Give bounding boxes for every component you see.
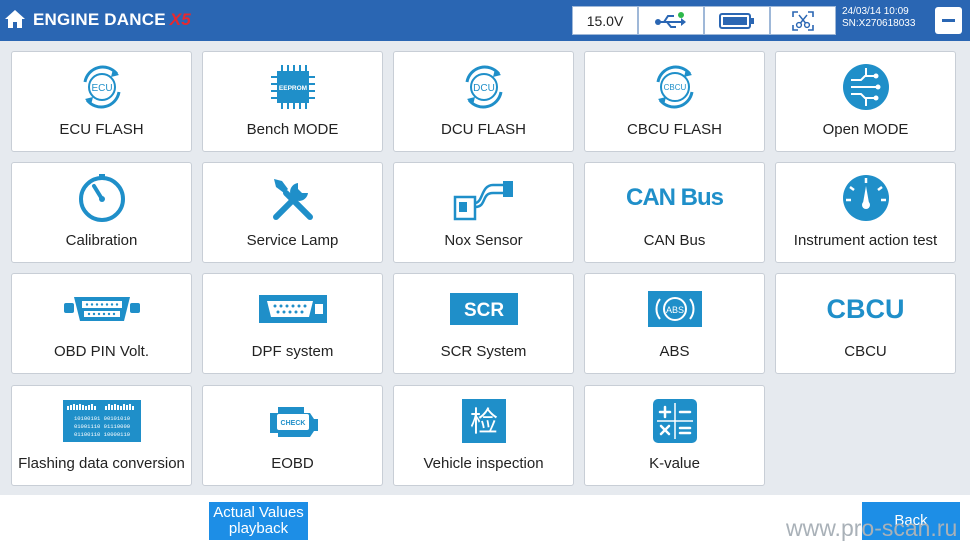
tile-label: ECU FLASH: [59, 121, 144, 138]
minimize-button[interactable]: [935, 7, 962, 34]
can-bus-icon: CAN Bus: [625, 184, 724, 211]
battery-status: [704, 6, 770, 35]
tile-flashing-data-conversion[interactable]: 10100101 00101010 01001110 01110000 0110…: [11, 385, 192, 486]
check-engine-icon: CHECK: [269, 407, 318, 437]
tile-abs[interactable]: ABS ABS: [584, 273, 765, 374]
tile-label: ABS: [659, 343, 690, 360]
svg-text:ABS: ABS: [665, 305, 683, 315]
dpf-connector-icon: [258, 295, 327, 323]
abs-icon: ABS: [647, 291, 702, 327]
screenshot-button[interactable]: [770, 6, 836, 35]
gauge-icon: [78, 174, 125, 222]
top-bar: ENGINE DANCE X5 15.0V 24/03/14 10:09 SN:X…: [0, 0, 970, 41]
svg-text:01001110 01110000: 01001110 01110000: [73, 423, 129, 430]
scr-icon: SCR: [449, 293, 518, 325]
tile-cbcu-flash[interactable]: CBCU CBCU FLASH: [584, 51, 765, 152]
tile-label: Service Lamp: [246, 232, 339, 249]
tile-open-mode[interactable]: Open MODE: [775, 51, 956, 152]
tile-label: CBCU FLASH: [626, 121, 723, 138]
tile-label: Bench MODE: [246, 121, 339, 138]
home-icon[interactable]: [3, 7, 27, 31]
serial-number: SN:X270618033: [842, 18, 916, 29]
tile-label: Calibration: [65, 232, 138, 249]
watermark: www.pro-scan.ru: [786, 515, 958, 541]
actual-values-playback-button[interactable]: Actual Values playback: [209, 502, 308, 540]
tile-label: Flashing data conversion: [18, 455, 185, 472]
device-info: 24/03/14 10:09 SN:X270618033: [842, 6, 915, 30]
circuit-icon: [842, 64, 889, 110]
inspection-icon: 检: [461, 399, 506, 443]
tile-instrument-action-test[interactable]: Instrument action test: [775, 162, 956, 263]
app-title: ENGINE DANCE X5: [33, 10, 191, 29]
tile-dpf-system[interactable]: DPF system: [202, 273, 383, 374]
tile-k-value[interactable]: K-value: [584, 385, 765, 486]
tile-label: SCR System: [440, 343, 527, 360]
ecu-flash-icon: ECU: [83, 65, 120, 109]
tools-icon: [272, 179, 313, 220]
tile-scr-system[interactable]: SCR SCR System: [393, 273, 574, 374]
cbcu-icon: CBCU: [826, 293, 905, 324]
screenshot-scissors-icon: [792, 10, 814, 31]
tile-label: Nox Sensor: [444, 232, 523, 249]
svg-text:CBCU: CBCU: [663, 83, 686, 92]
svg-text:ECU: ECU: [91, 83, 112, 94]
voltage-readout: 15.0V: [572, 6, 638, 35]
tile-dcu-flash[interactable]: DCU DCU FLASH: [393, 51, 574, 152]
svg-text:SCR: SCR: [463, 300, 503, 321]
tile-cbcu[interactable]: CBCU CBCU: [775, 273, 956, 374]
binary-data-icon: 10100101 00101010 01001110 01110000 0110…: [62, 400, 141, 442]
tile-label: DCU FLASH: [440, 121, 526, 138]
obd-connector-icon: [63, 297, 140, 321]
svg-text:01100110 10000110: 01100110 10000110: [73, 431, 129, 438]
svg-text:DCU: DCU: [473, 83, 495, 94]
dcu-flash-icon: DCU: [465, 65, 502, 109]
tile-label: Instrument action test: [793, 232, 938, 249]
tile-bench-mode[interactable]: EEPROM Bench MODE: [202, 51, 383, 152]
function-grid: ECU ECU FLASH EEPROM Bench MODE DCU DCU …: [0, 41, 970, 495]
tile-eobd[interactable]: CHECK EOBD: [202, 385, 383, 486]
tile-label: EOBD: [271, 455, 314, 472]
calculator-icon: [652, 399, 697, 443]
tile-label: Open MODE: [822, 121, 909, 138]
usb-icon: [655, 11, 686, 28]
tile-label: OBD PIN Volt.: [53, 343, 150, 360]
cbcu-flash-icon: CBCU: [656, 65, 693, 109]
tile-service-lamp[interactable]: Service Lamp: [202, 162, 383, 263]
tile-label: CBCU: [844, 343, 887, 360]
tile-vehicle-inspection[interactable]: 检 Vehicle inspection: [393, 385, 574, 486]
svg-text:检: 检: [469, 405, 497, 438]
svg-text:10100101 00101010: 10100101 00101010: [73, 415, 129, 422]
sensor-icon: [453, 181, 513, 221]
date-time: 24/03/14 10:09: [842, 6, 909, 17]
svg-text:CHECK: CHECK: [280, 420, 305, 427]
tile-label: Vehicle inspection: [423, 455, 544, 472]
eeprom-chip-icon: EEPROM: [270, 65, 315, 109]
svg-text:EEPROM: EEPROM: [278, 85, 306, 92]
tile-label: K-value: [649, 455, 700, 472]
speedometer-icon: [842, 175, 889, 221]
tile-label: DPF system: [251, 343, 334, 360]
tile-calibration[interactable]: Calibration: [11, 162, 192, 263]
tile-ecu-flash[interactable]: ECU ECU FLASH: [11, 51, 192, 152]
tile-obd-pin-volt[interactable]: OBD PIN Volt.: [11, 273, 192, 374]
battery-icon: [719, 12, 754, 29]
usb-status: [638, 6, 704, 35]
tile-label: CAN Bus: [643, 232, 706, 249]
tile-can-bus[interactable]: CAN Bus CAN Bus: [584, 162, 765, 263]
tile-nox-sensor[interactable]: Nox Sensor: [393, 162, 574, 263]
